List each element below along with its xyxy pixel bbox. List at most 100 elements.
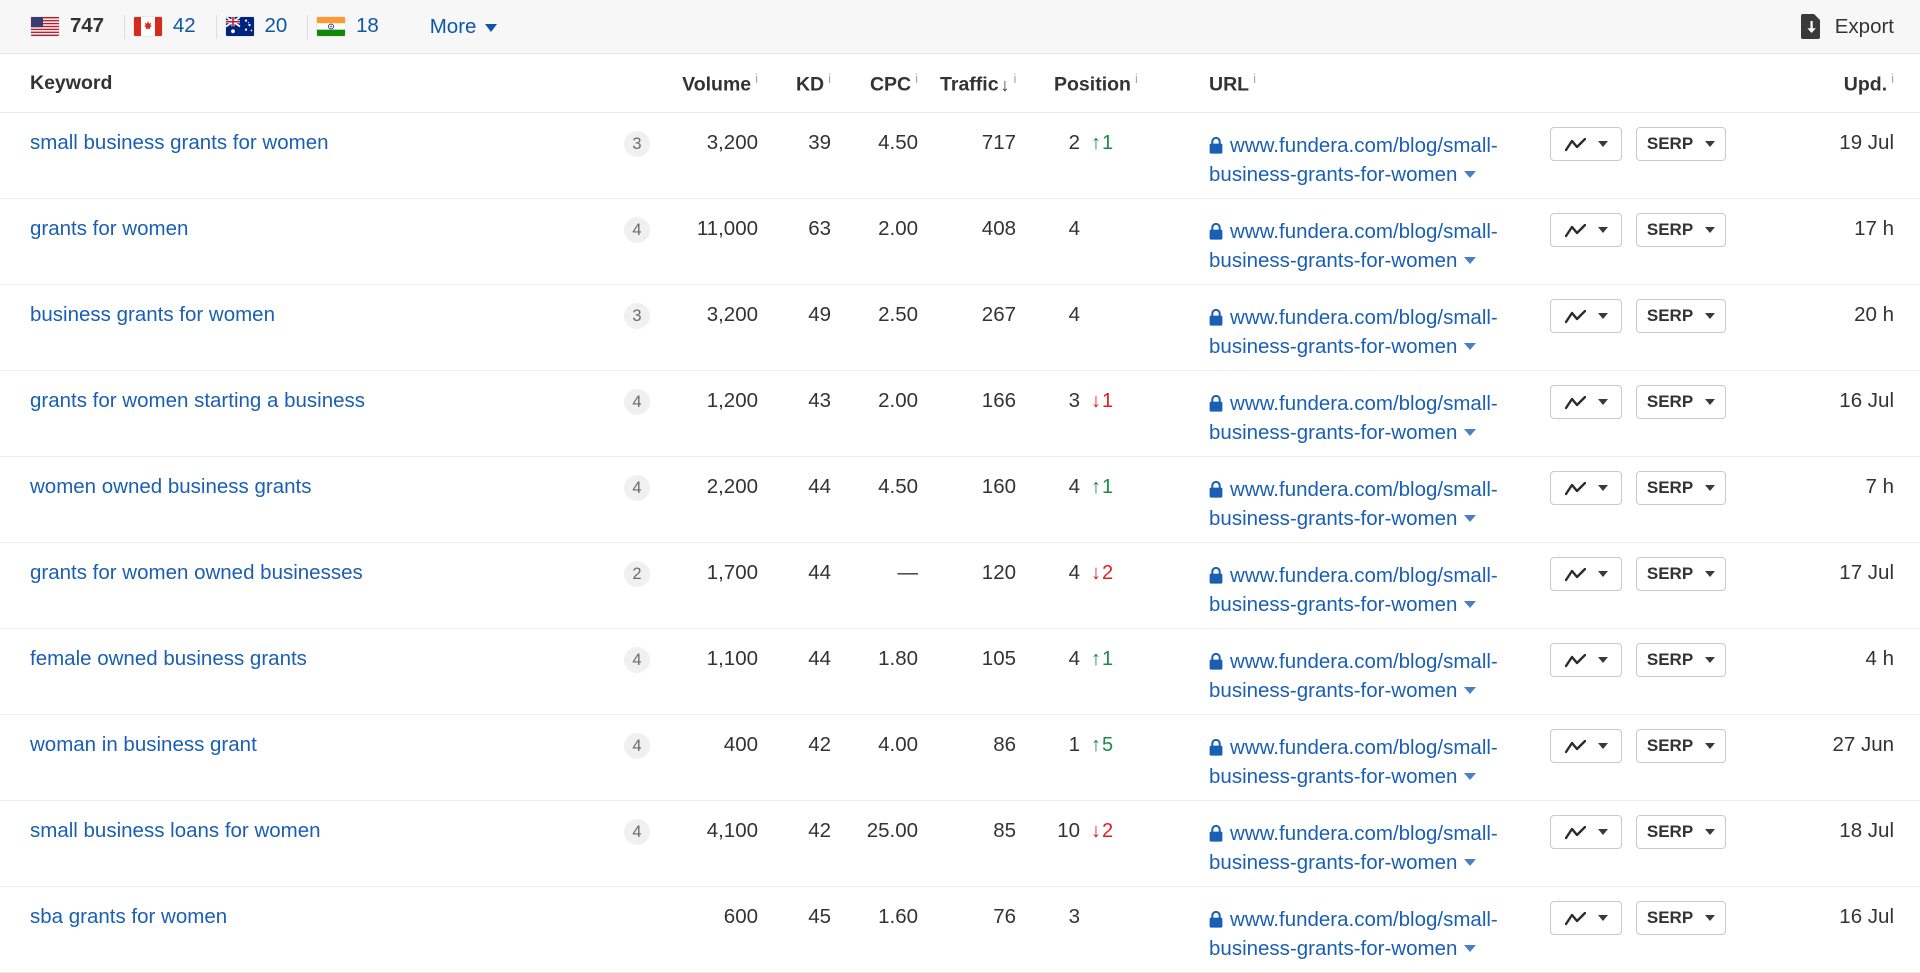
- url-link[interactable]: www.fundera.com/blog/small-business-gran…: [1209, 478, 1498, 530]
- export-download-icon: [1800, 14, 1822, 39]
- url-link[interactable]: www.fundera.com/blog/small-business-gran…: [1209, 564, 1498, 616]
- serp-features-badge[interactable]: 3: [624, 130, 651, 157]
- serp-features-badge[interactable]: 4: [624, 646, 651, 673]
- serp-features-badge[interactable]: 4: [624, 388, 651, 415]
- keyword-link[interactable]: grants for women owned businesses: [30, 561, 363, 584]
- position-cell: 2 ↑ 1: [1040, 112, 1185, 198]
- keyword-link[interactable]: female owned business grants: [30, 647, 307, 670]
- url-link[interactable]: www.fundera.com/blog/small-business-gran…: [1209, 134, 1498, 186]
- chevron-down-icon[interactable]: [1464, 342, 1477, 350]
- chart-dropdown-button[interactable]: [1550, 470, 1623, 505]
- chevron-down-icon[interactable]: [1464, 858, 1477, 866]
- info-icon[interactable]: i: [1891, 71, 1894, 86]
- serp-button-label: SERP: [1646, 821, 1694, 841]
- keyword-link[interactable]: women owned business grants: [30, 475, 311, 498]
- chevron-down-icon[interactable]: [1464, 944, 1477, 952]
- serp-features-badge[interactable]: 4: [624, 732, 651, 759]
- chart-dropdown-button[interactable]: [1550, 900, 1623, 935]
- serp-features-badge[interactable]: 3: [624, 302, 651, 329]
- chart-dropdown-button[interactable]: [1550, 126, 1623, 161]
- keyword-link[interactable]: small business loans for women: [30, 819, 321, 842]
- chart-dropdown-button[interactable]: [1550, 728, 1623, 763]
- column-header-cpc[interactable]: CPC i: [850, 54, 941, 113]
- serp-dropdown-button[interactable]: SERP: [1636, 556, 1727, 591]
- chevron-down-icon: [1597, 226, 1608, 233]
- url-cell: www.fundera.com/blog/small-business-gran…: [1185, 886, 1550, 972]
- table-row: sba grants for women 600 45 1.60 76 3 www.fund…: [0, 886, 1920, 972]
- more-countries-button[interactable]: More: [430, 15, 498, 39]
- url-link[interactable]: www.fundera.com/blog/small-business-gran…: [1209, 306, 1498, 358]
- chevron-down-icon[interactable]: [1464, 170, 1477, 178]
- keyword-link[interactable]: sba grants for women: [30, 905, 227, 928]
- serp-features-badge[interactable]: 4: [624, 474, 651, 501]
- url-link[interactable]: www.fundera.com/blog/small-business-gran…: [1209, 822, 1498, 874]
- chevron-down-icon[interactable]: [1464, 686, 1477, 694]
- chart-dropdown-button[interactable]: [1550, 298, 1623, 333]
- serp-dropdown-button[interactable]: SERP: [1636, 900, 1727, 935]
- serp-dropdown-button[interactable]: SERP: [1636, 298, 1727, 333]
- column-header-volume[interactable]: Volume i: [650, 54, 781, 113]
- chevron-down-icon[interactable]: [1464, 772, 1477, 780]
- keyword-link[interactable]: grants for women starting a business: [30, 389, 365, 412]
- column-header-kd[interactable]: KD i: [780, 54, 851, 113]
- chart-dropdown-button[interactable]: [1550, 212, 1623, 247]
- country-filter-in[interactable]: 18: [307, 14, 400, 40]
- badge-cell: 4: [560, 456, 651, 542]
- column-header-keyword[interactable]: Keyword: [0, 54, 651, 113]
- column-header-position[interactable]: Position i: [1040, 54, 1186, 113]
- serp-dropdown-button[interactable]: SERP: [1636, 642, 1727, 677]
- traffic-cell: 86: [993, 732, 1017, 756]
- info-icon[interactable]: i: [1253, 71, 1256, 86]
- serp-button-label: SERP: [1646, 305, 1694, 325]
- position-cell: 4: [1040, 198, 1185, 284]
- serp-dropdown-button[interactable]: SERP: [1636, 384, 1727, 419]
- keyword-link[interactable]: small business grants for women: [30, 131, 329, 154]
- kd-cell: 44: [808, 474, 832, 498]
- info-icon[interactable]: i: [755, 71, 758, 86]
- chevron-down-icon: [1597, 312, 1608, 319]
- chevron-down-icon[interactable]: [1464, 256, 1477, 264]
- serp-dropdown-button[interactable]: SERP: [1636, 126, 1727, 161]
- chevron-down-icon[interactable]: [1464, 514, 1477, 522]
- serp-dropdown-button[interactable]: SERP: [1636, 728, 1727, 763]
- export-button[interactable]: Export: [1800, 14, 1894, 39]
- traffic-cell: 85: [993, 818, 1017, 842]
- chevron-down-icon[interactable]: [1464, 600, 1477, 608]
- url-link[interactable]: www.fundera.com/blog/small-business-gran…: [1209, 908, 1498, 960]
- url-link[interactable]: www.fundera.com/blog/small-business-gran…: [1209, 650, 1498, 702]
- serp-dropdown-button[interactable]: SERP: [1636, 470, 1727, 505]
- serp-features-badge[interactable]: 4: [624, 216, 651, 243]
- serp-features-badge[interactable]: 2: [624, 560, 651, 587]
- table-header-row: Keyword Volume i KD i CPC i Traffic ↓ i Posit…: [0, 54, 1920, 113]
- chart-dropdown-button[interactable]: [1550, 642, 1623, 677]
- country-filter-us[interactable]: 747: [22, 14, 125, 40]
- column-header-upd[interactable]: Upd. i: [1800, 54, 1920, 113]
- cpc-cell: 4.50: [878, 474, 919, 498]
- url-link[interactable]: www.fundera.com/blog/small-business-gran…: [1209, 220, 1498, 272]
- serp-button-label: SERP: [1646, 649, 1694, 669]
- info-icon[interactable]: i: [1135, 71, 1138, 86]
- position-value: 3: [1068, 904, 1081, 928]
- info-icon[interactable]: i: [915, 71, 918, 86]
- keyword-link[interactable]: business grants for women: [30, 303, 275, 326]
- serp-dropdown-button[interactable]: SERP: [1636, 212, 1727, 247]
- serp-features-badge[interactable]: 4: [624, 818, 651, 845]
- chart-dropdown-button[interactable]: [1550, 556, 1623, 591]
- country-filter-ca[interactable]: 42: [123, 14, 217, 40]
- badge-cell: 4: [560, 714, 651, 800]
- country-filter-au[interactable]: 20: [215, 14, 309, 40]
- info-icon[interactable]: i: [1014, 71, 1017, 86]
- info-icon[interactable]: i: [828, 71, 831, 86]
- column-header-url[interactable]: URL i: [1185, 54, 1801, 113]
- position-cell: 3 ↓ 1: [1040, 370, 1185, 456]
- keyword-link[interactable]: woman in business grant: [30, 733, 257, 756]
- serp-dropdown-button[interactable]: SERP: [1636, 814, 1727, 849]
- keyword-link[interactable]: grants for women: [30, 217, 188, 240]
- chart-dropdown-button[interactable]: [1550, 384, 1623, 419]
- column-header-traffic[interactable]: Traffic ↓ i: [940, 54, 1041, 113]
- url-link[interactable]: www.fundera.com/blog/small-business-gran…: [1209, 736, 1498, 788]
- chart-dropdown-button[interactable]: [1550, 814, 1623, 849]
- url-link[interactable]: www.fundera.com/blog/small-business-gran…: [1209, 392, 1498, 444]
- cpc-cell: 4.00: [878, 732, 919, 756]
- chevron-down-icon[interactable]: [1464, 428, 1477, 436]
